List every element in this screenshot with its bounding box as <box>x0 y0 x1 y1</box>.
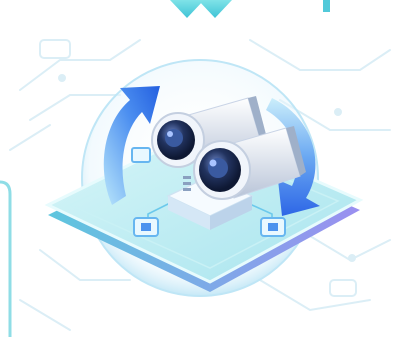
top-chevron-decoration <box>170 0 330 18</box>
chip-icon <box>260 217 286 237</box>
chip-icon <box>131 147 151 163</box>
illustration-svg <box>0 0 391 337</box>
illustration-stage <box>0 0 397 337</box>
side-frame-line <box>0 180 12 337</box>
chip-icon <box>133 217 159 237</box>
